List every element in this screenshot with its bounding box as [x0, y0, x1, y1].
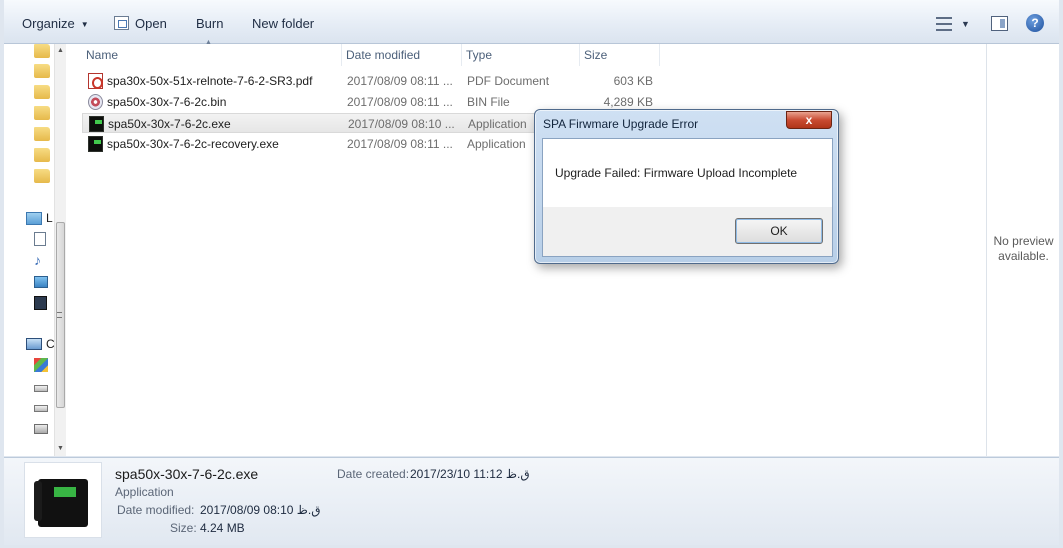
- column-header-date-modified[interactable]: Date modified: [342, 44, 462, 66]
- file-date: 2017/08/09 08:11 ...: [347, 95, 453, 109]
- no-preview-line1: No preview: [993, 234, 1054, 248]
- computer-icon[interactable]: [26, 338, 42, 350]
- scroll-down-arrow-icon[interactable]: ▼: [57, 445, 64, 452]
- file-name: spa50x-30x-7-6-2c.bin: [107, 95, 227, 109]
- file-list: ▲ Name Date modified Type Size spa30x-50…: [66, 39, 986, 456]
- date-modified-value[interactable]: 2017/08/09 ق.ظ 08:10: [200, 503, 321, 517]
- close-icon[interactable]: x: [786, 111, 832, 129]
- folder-icon[interactable]: [34, 148, 50, 162]
- drive-icon[interactable]: [34, 385, 48, 392]
- file-date: 2017/08/09 08:11 ...: [347, 137, 453, 151]
- scroll-up-arrow-icon[interactable]: ▲: [57, 47, 64, 54]
- exe-phone-icon: [88, 136, 103, 152]
- folder-icon[interactable]: [34, 106, 50, 120]
- folder-icon[interactable]: [34, 127, 50, 141]
- organize-label: Organize: [22, 16, 75, 31]
- file-type: Application: [467, 137, 526, 151]
- dialog-title: SPA Firwmare Upgrade Error: [543, 117, 699, 131]
- folder-icon[interactable]: [34, 64, 50, 78]
- help-icon[interactable]: ?: [1026, 14, 1044, 32]
- windows-drive-icon[interactable]: [34, 358, 48, 372]
- dialog-message-area: Upgrade Failed: Firmware Upload Incomple…: [543, 139, 832, 207]
- dialog-message: Upgrade Failed: Firmware Upload Incomple…: [555, 166, 798, 180]
- file-row[interactable]: spa30x-50x-51x-relnote-7-6-2-SR3.pdf 201…: [82, 71, 802, 91]
- pdf-icon: [88, 73, 103, 89]
- details-file-type: Application: [115, 485, 174, 499]
- no-preview-message: No preview available.: [987, 234, 1060, 264]
- file-name: spa50x-30x-7-6-2c.exe: [108, 117, 231, 131]
- column-header-type[interactable]: Type: [462, 44, 580, 66]
- file-type: PDF Document: [467, 74, 550, 88]
- dialog-body: Upgrade Failed: Firmware Upload Incomple…: [542, 138, 833, 257]
- folder-icon[interactable]: [34, 44, 50, 58]
- exe-phone-icon: [89, 116, 104, 132]
- libraries-icon[interactable]: [26, 212, 42, 225]
- no-preview-line2: available.: [998, 249, 1049, 263]
- file-thumbnail: [24, 462, 102, 538]
- bin-file-icon: [88, 94, 103, 110]
- file-type: Application: [468, 117, 527, 131]
- date-created-value[interactable]: 2017/23/10 ق.ظ 11:12: [410, 467, 530, 481]
- folder-icon[interactable]: [34, 85, 50, 99]
- view-options-chevron-icon[interactable]: ▼: [961, 13, 970, 35]
- chevron-down-icon: ▼: [80, 20, 89, 29]
- column-header-size[interactable]: Size: [580, 44, 660, 66]
- libraries-label[interactable]: L: [46, 211, 53, 225]
- date-modified-label: Date modified:: [117, 503, 195, 517]
- file-date: 2017/08/09 08:11 ...: [347, 74, 453, 88]
- explorer-window: Organize ▼ Open Burn New folder ▼ ? L ♪ C: [0, 0, 1063, 548]
- file-date: 2017/08/09 08:10 ...: [348, 117, 455, 131]
- folder-icon[interactable]: [34, 169, 50, 183]
- preview-pane-icon[interactable]: [991, 16, 1008, 31]
- size-value: 4.24 MB: [200, 521, 245, 535]
- file-name: spa50x-30x-7-6-2c-recovery.exe: [107, 137, 279, 151]
- scrollbar-grip-icon: [57, 312, 62, 318]
- network-drive-icon[interactable]: [34, 424, 48, 434]
- ok-button[interactable]: OK: [735, 218, 823, 244]
- pictures-icon[interactable]: [34, 276, 48, 288]
- drive-icon[interactable]: [34, 405, 48, 412]
- preview-pane: No preview available.: [986, 44, 1059, 456]
- videos-icon[interactable]: [34, 296, 47, 310]
- documents-icon[interactable]: [34, 232, 46, 246]
- change-view-icon[interactable]: [936, 13, 954, 35]
- size-label: Size:: [170, 521, 197, 535]
- column-header-name[interactable]: Name: [80, 44, 342, 66]
- file-size: 603 KB: [613, 74, 653, 88]
- new-folder-button[interactable]: New folder: [252, 14, 314, 34]
- organize-menu-button[interactable]: Organize ▼: [22, 14, 89, 34]
- music-icon[interactable]: ♪: [34, 252, 41, 268]
- open-with-icon: [114, 16, 129, 30]
- file-type: BIN File: [467, 95, 510, 109]
- navigation-scrollbar[interactable]: ▲ ▼: [54, 44, 66, 456]
- open-button[interactable]: Open: [114, 14, 167, 34]
- details-file-name: spa50x-30x-7-6-2c.exe: [115, 466, 259, 482]
- file-name: spa30x-50x-51x-relnote-7-6-2-SR3.pdf: [107, 74, 313, 88]
- ip-phone-icon: [34, 479, 88, 527]
- command-bar: Organize ▼ Open Burn New folder ▼ ?: [4, 0, 1059, 44]
- burn-button[interactable]: Burn: [196, 14, 223, 34]
- open-label: Open: [135, 16, 167, 31]
- details-pane: spa50x-30x-7-6-2c.exe Application Date m…: [4, 457, 1059, 545]
- date-created-label: Date created:: [337, 467, 410, 481]
- upgrade-error-dialog: SPA Firwmare Upgrade Error x Upgrade Fai…: [534, 109, 839, 264]
- navigation-pane: L ♪ C ▲ ▼: [4, 44, 66, 456]
